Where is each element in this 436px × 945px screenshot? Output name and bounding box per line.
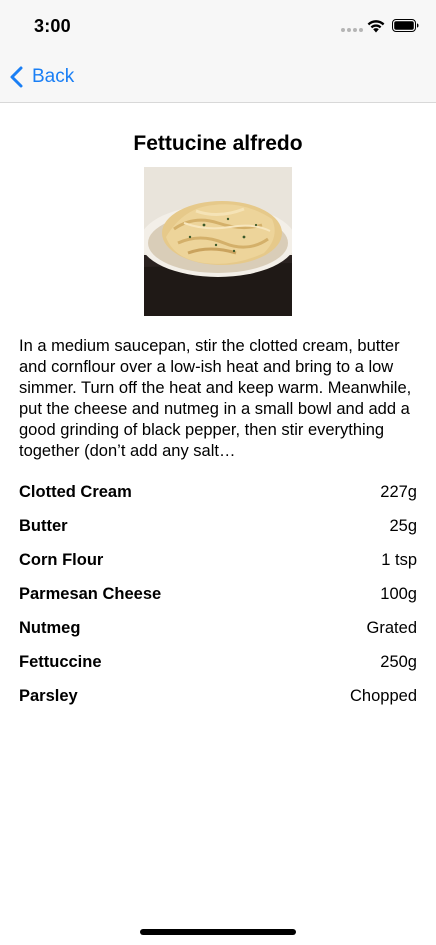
ingredient-name: Fettuccine (19, 652, 102, 671)
ingredient-row: Nutmeg Grated (19, 611, 417, 645)
ingredient-row: Parmesan Cheese 100g (19, 577, 417, 611)
navigation-bar: Back (0, 52, 436, 103)
ingredient-amount: 250g (380, 652, 417, 671)
ingredient-name: Nutmeg (19, 618, 81, 637)
ingredient-name: Parmesan Cheese (19, 584, 162, 603)
battery-icon (392, 19, 419, 32)
ingredient-row: Corn Flour 1 tsp (19, 543, 417, 577)
ingredient-name: Butter (19, 516, 68, 535)
ingredient-row: Clotted Cream 227g (19, 475, 417, 509)
ingredient-row: Butter 25g (19, 509, 417, 543)
ingredient-row: Fettuccine 250g (19, 645, 417, 679)
back-label: Back (32, 66, 75, 87)
ingredient-amount: 100g (380, 584, 417, 603)
pasta-photo (144, 167, 292, 316)
recipe-image (144, 167, 292, 316)
ingredient-amount: 25g (389, 516, 417, 535)
ingredient-row: Parsley Chopped (19, 679, 417, 713)
signal-dots-icon (341, 28, 363, 32)
ingredient-name: Clotted Cream (19, 482, 132, 501)
home-indicator[interactable] (140, 929, 296, 935)
status-time: 3:00 (34, 16, 71, 36)
ingredient-list: Clotted Cream 227g Butter 25g Corn Flour… (19, 475, 417, 713)
ingredient-amount: Chopped (350, 686, 417, 705)
ingredient-amount: 227g (380, 482, 417, 501)
ingredient-amount: 1 tsp (381, 550, 417, 569)
ingredient-name: Corn Flour (19, 550, 104, 569)
wifi-icon (367, 20, 385, 33)
status-bar: 3:00 (0, 0, 436, 52)
recipe-description: In a medium saucepan, stir the clotted c… (19, 337, 412, 460)
ingredient-amount: Grated (366, 618, 417, 637)
recipe-title: Fettucine alfredo (133, 132, 303, 155)
back-button[interactable]: Back (8, 62, 74, 92)
ingredient-name: Parsley (19, 686, 78, 705)
chevron-left-icon (10, 66, 23, 88)
